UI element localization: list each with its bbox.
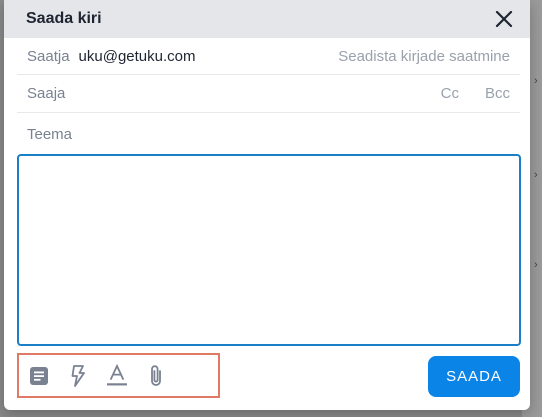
sending-settings-link[interactable]: Seadista kirjade saatmine [338, 48, 510, 65]
attachment-icon[interactable] [148, 364, 164, 388]
backdrop-glyph: › [534, 75, 538, 87]
to-row[interactable]: Saaja Cc Bcc [17, 75, 520, 113]
send-button[interactable]: SAADA [428, 356, 520, 397]
backdrop-glyph: › [534, 169, 538, 181]
compose-dialog: Saada kiri Saatja uku@getuku.com Seadist… [4, 0, 530, 410]
formatting-toolbar [17, 353, 220, 398]
to-label: Saaja [27, 85, 66, 102]
close-icon[interactable] [495, 10, 513, 28]
bcc-link[interactable]: Bcc [485, 85, 510, 102]
subject-row [17, 113, 520, 155]
close-button[interactable] [492, 7, 516, 31]
text-format-icon[interactable] [107, 363, 127, 388]
dialog-title: Saada kiri [26, 10, 102, 27]
message-body-editor[interactable] [17, 154, 521, 346]
lightning-icon[interactable] [70, 364, 86, 387]
from-label: Saatja [27, 47, 70, 65]
from-value[interactable]: uku@getuku.com [79, 48, 196, 65]
template-button[interactable] [29, 364, 49, 388]
subject-input[interactable] [27, 125, 510, 143]
attach-file-button[interactable] [146, 364, 166, 388]
template-icon[interactable] [29, 366, 49, 386]
backdrop-glyph: › [534, 259, 538, 271]
dialog-header: Saada kiri [4, 0, 530, 38]
text-format-button[interactable] [107, 363, 127, 388]
quick-reply-button[interactable] [68, 364, 88, 388]
from-row: Saatja uku@getuku.com Seadista kirjade s… [17, 38, 520, 75]
cc-link[interactable]: Cc [441, 85, 459, 102]
